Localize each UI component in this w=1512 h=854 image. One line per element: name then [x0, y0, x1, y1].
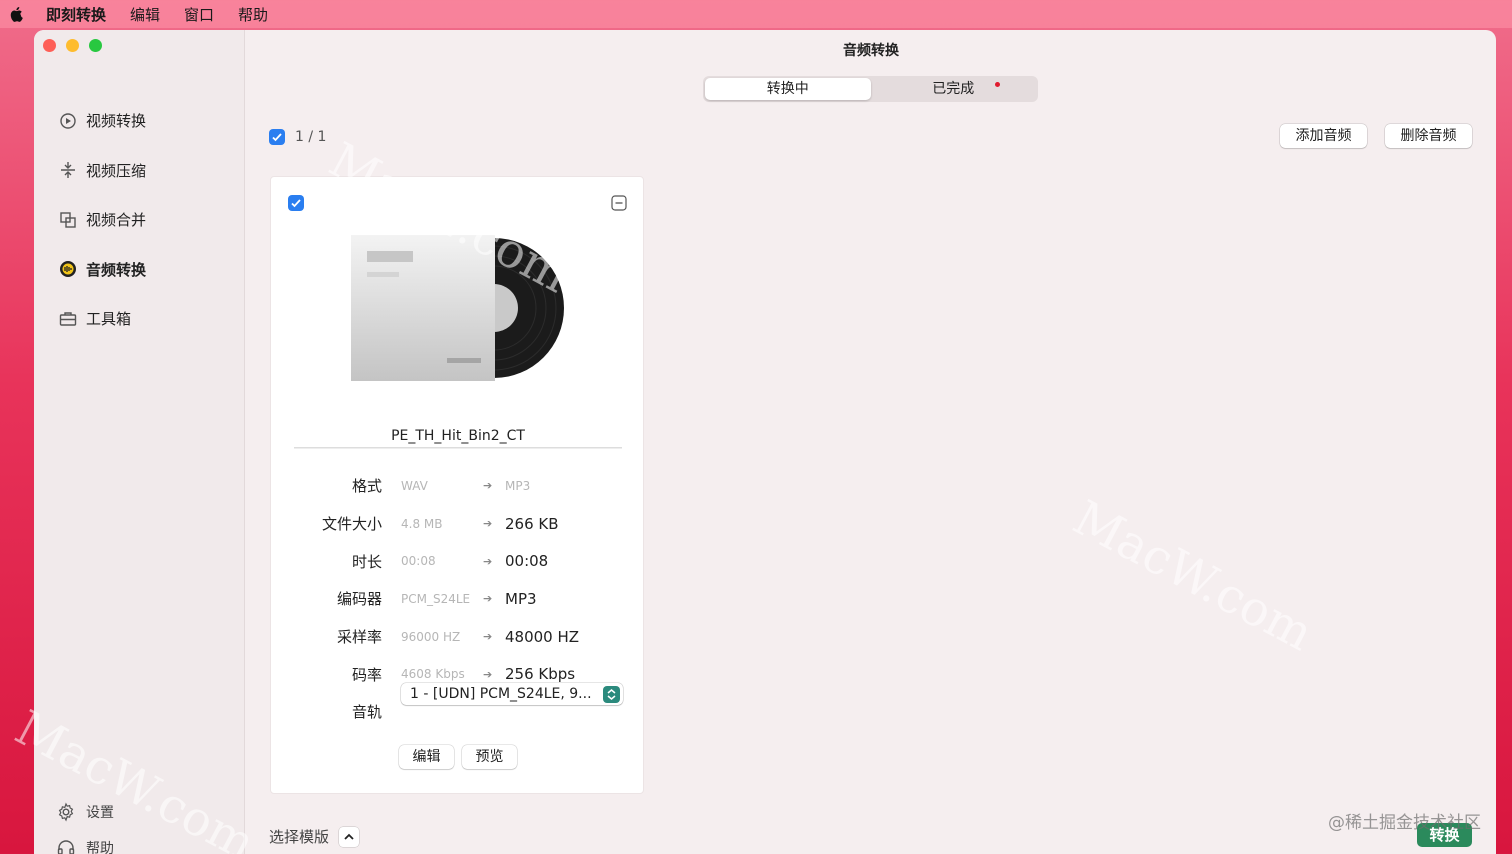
sidebar-item-video-merge[interactable]: 视频合并 [58, 195, 146, 245]
help-label: 帮助 [86, 841, 114, 854]
sidebar-bottom: 设置 帮助 [56, 794, 114, 854]
updown-chevron-icon [603, 686, 620, 704]
tab-label: 转换中 [766, 81, 809, 97]
target-value: 48000 HZ [505, 627, 580, 646]
property-row-size: 文件大小 4.8 MB ➔ 266 KB [271, 505, 645, 543]
preview-button[interactable]: 预览 [462, 745, 517, 769]
select-all-checkbox[interactable] [269, 129, 285, 145]
zoom-window-button[interactable] [89, 39, 102, 52]
video-convert-icon [60, 113, 76, 129]
sidebar: 视频转换 视频压缩 视频合并 音频转换 工具箱 设置 帮助 [34, 30, 245, 854]
main-content: 音频转换 转换中 已完成 1 / 1 添加音频 删除音频 PE_TH_Hit_B… [246, 30, 1496, 854]
sidebar-item-label: 视频转换 [86, 112, 147, 131]
target-value: 266 KB [505, 514, 559, 533]
sidebar-item-video-compress[interactable]: 视频压缩 [58, 146, 146, 196]
target-value: 00:08 [505, 552, 549, 571]
source-value: PCM_S24LE [401, 591, 471, 606]
sidebar-item-label: 视频压缩 [86, 161, 147, 180]
property-row-codec: 编码器 PCM_S24LE ➔ MP3 [271, 580, 645, 618]
template-selector[interactable]: 选择模版 [269, 826, 360, 847]
gear-icon [58, 802, 74, 822]
property-label: 时长 [351, 552, 382, 571]
sidebar-item-label: 工具箱 [86, 310, 132, 329]
delete-audio-button[interactable]: 删除音频 [1385, 124, 1472, 148]
close-window-button[interactable] [43, 39, 56, 52]
menu-bar: 即刻转换 编辑 窗口 帮助 [0, 0, 1512, 28]
sidebar-item-label: 音频转换 [86, 260, 147, 279]
sidebar-item-video-convert[interactable]: 视频转换 [58, 96, 146, 146]
source-value: 4.8 MB [401, 516, 443, 531]
chevron-up-icon[interactable] [339, 826, 360, 847]
property-row-format: 格式 WAV ➔ MP3 [271, 467, 645, 505]
checkmark-icon [272, 133, 282, 142]
template-label: 选择模版 [269, 828, 330, 846]
target-value[interactable]: MP3 [505, 479, 530, 493]
menu-app-name[interactable]: 即刻转换 [46, 4, 106, 25]
arrow-right-icon: ➔ [483, 479, 493, 493]
sidebar-item-toolbox[interactable]: 工具箱 [58, 294, 146, 344]
remove-item-icon[interactable] [611, 195, 627, 211]
sidebar-item-label: 视频合并 [86, 211, 147, 230]
target-value: 256 Kbps [505, 665, 576, 684]
headset-icon [57, 840, 75, 854]
filename-field[interactable]: PE_TH_Hit_Bin2_CT [294, 424, 622, 448]
checkmark-icon [291, 199, 301, 208]
settings-label: 设置 [86, 805, 114, 821]
target-value: MP3 [505, 589, 537, 608]
album-art-image [351, 235, 564, 381]
window-controls [43, 39, 102, 52]
property-row-track: 音轨 1 - [UDN] PCM_S24LE, 9... [271, 683, 645, 731]
property-row-duration: 时长 00:08 ➔ 00:08 [271, 542, 645, 580]
track-select[interactable]: 1 - [UDN] PCM_S24LE, 9... [401, 683, 623, 706]
sidebar-item-audio-convert[interactable]: 音频转换 [58, 245, 146, 295]
select-all: 1 / 1 [269, 129, 326, 145]
arrow-right-icon: ➔ [483, 667, 493, 681]
menu-edit[interactable]: 编辑 [130, 4, 160, 25]
menu-window[interactable]: 窗口 [184, 4, 214, 25]
status-tabs: 转换中 已完成 [703, 76, 1038, 102]
audio-convert-icon [60, 261, 76, 278]
tab-converting[interactable]: 转换中 [705, 78, 871, 100]
page-title: 音频转换 [843, 43, 899, 59]
property-row-samplerate: 采样率 96000 HZ ➔ 48000 HZ [271, 618, 645, 656]
tab-label: 已完成 [932, 81, 975, 97]
help-button[interactable]: 帮助 [56, 830, 114, 854]
merge-icon [60, 212, 76, 228]
tab-completed[interactable]: 已完成 [871, 78, 1037, 100]
property-label: 文件大小 [321, 515, 382, 534]
source-value: WAV [401, 478, 428, 493]
arrow-right-icon: ➔ [483, 630, 493, 644]
property-label: 采样率 [336, 628, 382, 647]
settings-button[interactable]: 设置 [56, 794, 114, 830]
edit-button[interactable]: 编辑 [399, 745, 454, 769]
selection-count: 1 / 1 [295, 129, 327, 145]
property-label: 码率 [351, 665, 382, 684]
file-checkbox[interactable] [288, 195, 304, 211]
app-window: 视频转换 视频压缩 视频合并 音频转换 工具箱 设置 帮助 音频转换 转换中 已… [34, 30, 1496, 854]
menu-help[interactable]: 帮助 [238, 4, 268, 25]
compress-icon [61, 162, 75, 179]
source-value: 96000 HZ [401, 629, 461, 644]
track-value: 1 - [UDN] PCM_S24LE, 9... [410, 686, 592, 703]
source-value: 00:08 [401, 554, 436, 569]
toolbox-icon [59, 312, 77, 326]
arrow-right-icon: ➔ [483, 517, 493, 531]
property-label: 格式 [351, 477, 382, 496]
sidebar-nav: 视频转换 视频压缩 视频合并 音频转换 工具箱 [58, 96, 146, 344]
arrow-right-icon: ➔ [483, 554, 493, 568]
apple-icon[interactable] [8, 5, 26, 23]
arrow-right-icon: ➔ [483, 592, 493, 606]
property-label: 编码器 [336, 590, 382, 609]
source-value: 4608 Kbps [401, 667, 465, 682]
notification-dot [995, 82, 1000, 87]
minimize-window-button[interactable] [66, 39, 79, 52]
property-label: 音轨 [351, 703, 382, 722]
property-list: 格式 WAV ➔ MP3 文件大小 4.8 MB ➔ 266 KB 时长 00:… [271, 467, 645, 731]
file-card: PE_TH_Hit_Bin2_CT 格式 WAV ➔ MP3 文件大小 4.8 … [270, 176, 644, 794]
add-audio-button[interactable]: 添加音频 [1280, 124, 1367, 148]
credit-watermark: @稀土掘金技术社区 [1328, 813, 1481, 833]
